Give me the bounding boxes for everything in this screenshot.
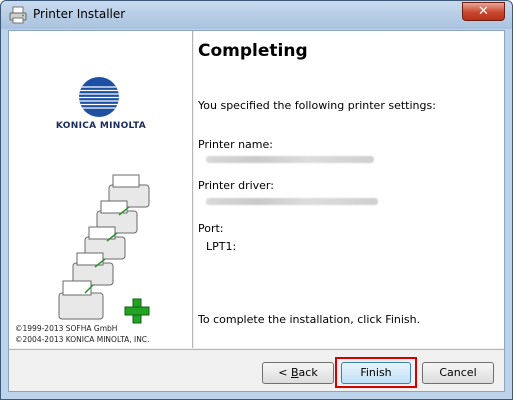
intro-text: You specified the following printer sett… — [198, 99, 436, 112]
summary-panel: Completing You specified the following p… — [194, 31, 504, 348]
branding-panel: KONICA MINOLTA ©1999-2013 SOFHA GmbH ©20… — [9, 31, 193, 348]
footer-divider — [9, 349, 504, 350]
back-mnemonic: B — [291, 366, 299, 379]
back-suffix: ack — [298, 366, 318, 379]
printers-illustration-icon — [58, 174, 150, 324]
cancel-button[interactable]: Cancel — [422, 362, 494, 384]
finish-highlight: Finish — [335, 357, 417, 388]
title-bar: Printer Installer ✕ — [1, 1, 512, 29]
finish-instruction: To complete the installation, click Fini… — [198, 313, 421, 326]
dialog-client-area: KONICA MINOLTA ©1999-2013 SOFHA GmbH ©20… — [8, 30, 505, 392]
page-title: Completing — [198, 41, 308, 61]
port-value: LPT1: — [206, 240, 237, 253]
window-title: Printer Installer — [33, 7, 126, 21]
printer-driver-value-redacted — [206, 198, 378, 205]
printer-name-label: Printer name: — [198, 138, 273, 151]
printer-name-value-redacted — [206, 156, 374, 163]
brand-wordmark: KONICA MINOLTA — [55, 121, 147, 131]
back-prefix: < — [278, 366, 291, 379]
port-label: Port: — [198, 222, 224, 235]
printer-app-icon — [9, 6, 27, 24]
finish-button[interactable]: Finish — [341, 362, 411, 384]
copyright-konica: ©2004-2013 KONICA MINOLTA, INC. — [15, 335, 150, 344]
printer-driver-label: Printer driver: — [198, 179, 274, 192]
installer-window: Printer Installer ✕ KONICA MINOLTA ©1999… — [0, 0, 513, 400]
back-button[interactable]: < Back — [262, 362, 334, 384]
copyright-sofha: ©1999-2013 SOFHA GmbH — [15, 324, 118, 333]
close-button[interactable]: ✕ — [462, 2, 505, 21]
close-icon: ✕ — [478, 4, 489, 19]
